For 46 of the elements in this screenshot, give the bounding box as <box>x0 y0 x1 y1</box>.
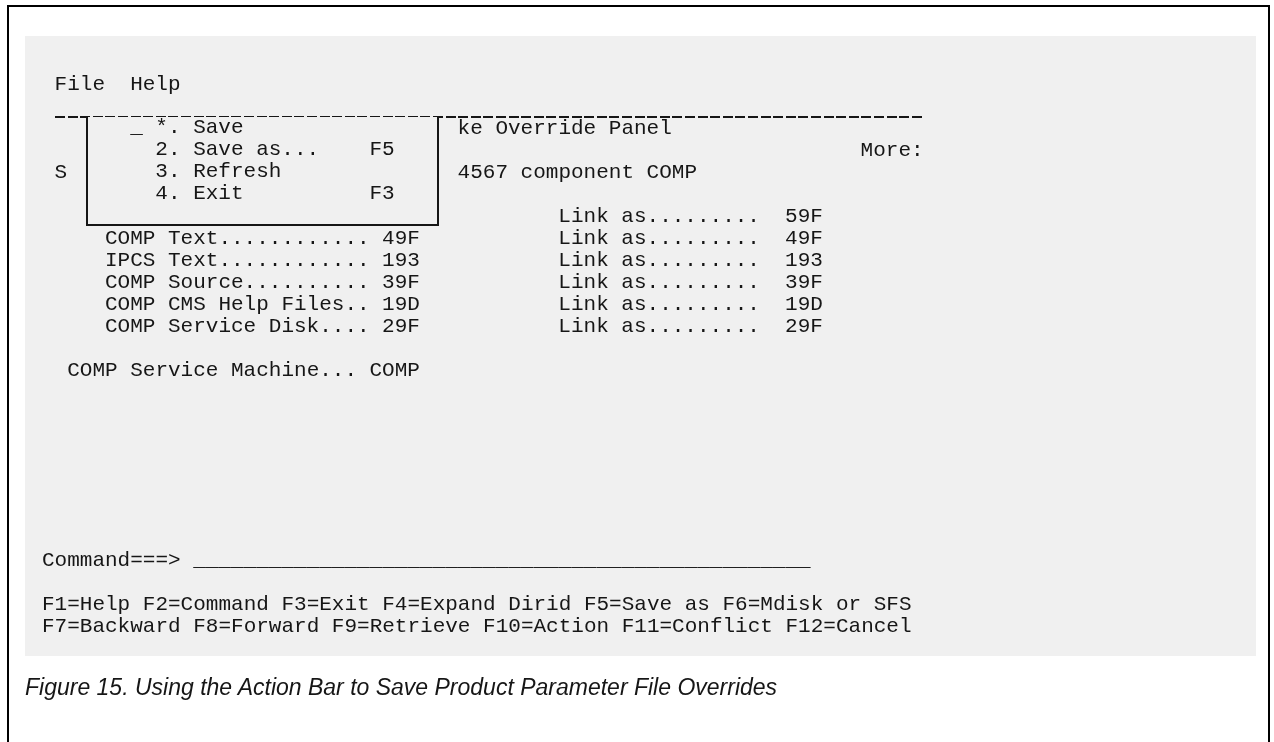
field-value[interactable]: 193 <box>785 250 823 272</box>
shortcut-key: F3 <box>369 183 395 205</box>
menu-item[interactable]: Save as... <box>193 139 320 161</box>
function-key-legend: F7=Backward F8=Forward F9=Retrieve F10=Action F11=Conflict F12=Cancel <box>42 616 911 638</box>
field-label: Link as......... <box>558 294 760 316</box>
field-label: COMP Service Disk.... <box>104 316 370 338</box>
field-label: Link as......... <box>558 316 760 338</box>
field-label: COMP Source.......... <box>104 272 370 294</box>
command-label: Command===> <box>42 550 181 572</box>
command-field[interactable]: _________________________________________________ <box>193 550 811 572</box>
field-value[interactable]: 39F <box>382 272 420 294</box>
menu-item-number: 3. <box>155 161 181 183</box>
figure-caption: Figure 15. Using the Action Bar to Save Product Parameter File Overrides <box>25 673 779 702</box>
field-label: COMP Text............ <box>104 228 370 250</box>
field-label: Link as......... <box>558 250 760 272</box>
field-label: COMP Service Machine... <box>67 360 357 382</box>
field-value[interactable]: 29F <box>785 316 823 338</box>
field-label: Link as......... <box>558 206 760 228</box>
menu-item-number: 2. <box>155 139 181 161</box>
field-value[interactable]: COMP <box>369 360 420 382</box>
field-value[interactable]: 19D <box>785 294 823 316</box>
field-value[interactable]: 49F <box>785 228 823 250</box>
menu-item[interactable]: Exit <box>193 183 244 205</box>
field-label: Link as......... <box>558 272 760 294</box>
menu-bar-item[interactable]: Help <box>130 74 181 96</box>
function-key-legend: F1=Help F2=Command F3=Exit F4=Expand Dirid F5=Save as F6=Mdisk or SFS <box>42 594 911 616</box>
field-value[interactable]: 19D <box>382 294 420 316</box>
menu-item[interactable]: Refresh <box>193 161 282 183</box>
field-value[interactable]: 193 <box>382 250 420 272</box>
field-label: IPCS Text............ <box>104 250 370 272</box>
field-label: COMP CMS Help Files.. <box>104 294 370 316</box>
panel-subtitle: 4567 component COMP <box>457 162 697 184</box>
menu-item-number: 4. <box>155 183 181 205</box>
row-label: S <box>54 162 68 184</box>
field-value[interactable]: 59F <box>785 206 823 228</box>
menu-item[interactable]: Save <box>193 117 244 139</box>
field-value[interactable]: 29F <box>382 316 420 338</box>
field-value[interactable]: 39F <box>785 272 823 294</box>
menu-bar-item[interactable]: File <box>54 74 105 96</box>
field-value[interactable]: 49F <box>382 228 420 250</box>
shortcut-key: F5 <box>369 139 395 161</box>
panel-title: ke Override Panel <box>457 118 672 140</box>
field-label: Link as......... <box>558 228 760 250</box>
more-indicator: More: <box>860 140 924 162</box>
selection-field[interactable]: _ <box>130 117 143 139</box>
menu-item-number: *. <box>155 117 181 139</box>
